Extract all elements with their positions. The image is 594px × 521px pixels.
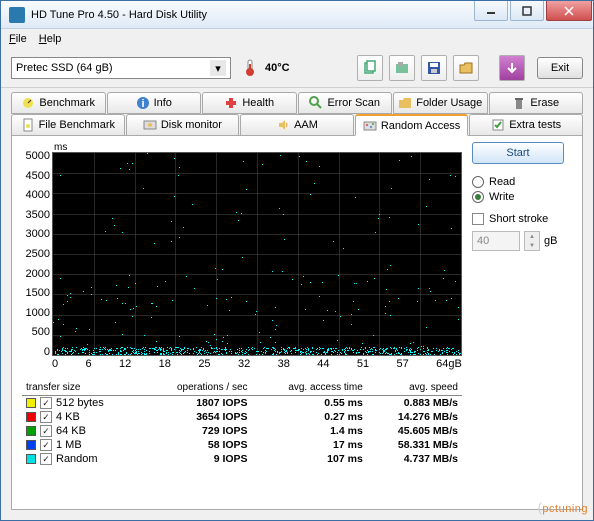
col-access: avg. access time: [252, 380, 367, 396]
radio-icon: [472, 191, 484, 203]
iops-value: 729 IOPS: [142, 424, 252, 438]
checkbox-icon: [472, 213, 484, 225]
app-icon: [9, 7, 25, 23]
transfer-size-label: 4 KB: [56, 411, 80, 423]
tab-erase[interactable]: Erase: [489, 92, 584, 114]
transfer-size-label: 64 KB: [56, 425, 86, 437]
x-axis: 06121825323844515764gB: [52, 356, 462, 372]
checkbox-short-stroke[interactable]: Short stroke: [472, 213, 572, 225]
speed-value: 14.276 MB/s: [367, 410, 462, 424]
radio-read[interactable]: Read: [472, 176, 572, 188]
minimize-button[interactable]: [474, 1, 508, 21]
menu-help[interactable]: Help: [39, 33, 62, 45]
tab-extra-tests[interactable]: Extra tests: [469, 114, 583, 136]
series-color-icon: [26, 454, 36, 464]
toolbar: Pretec SSD (64 gB) ▾ 40°C Exit: [1, 49, 593, 88]
tab-error-scan[interactable]: Error Scan: [298, 92, 393, 114]
y-axis: 5000450040003500300025002000150010005000: [22, 142, 52, 372]
col-speed: avg. speed: [367, 380, 462, 396]
short-stroke-unit: gB: [544, 235, 557, 247]
side-controls: Start Read Write Short stroke 40 ▲▼ gB: [472, 142, 572, 503]
app-window: HD Tune Pro 4.50 - Hard Disk Utility Fil…: [0, 0, 594, 521]
transfer-size-label: Random: [56, 453, 98, 465]
results-table: transfer size operations / sec avg. acce…: [22, 380, 462, 466]
series-color-icon: [26, 412, 36, 422]
tab-random-access[interactable]: Random Access: [355, 114, 469, 136]
series-checkbox[interactable]: ✓: [40, 397, 52, 409]
tab-health[interactable]: Health: [202, 92, 297, 114]
speed-value: 58.331 MB/s: [367, 438, 462, 452]
temperature-value: 40°C: [265, 62, 290, 74]
transfer-size-label: 512 bytes: [56, 397, 104, 409]
thermometer-icon: [243, 59, 257, 77]
iops-value: 1807 IOPS: [142, 396, 252, 411]
table-row: ✓ 4 KB 3654 IOPS0.27 ms14.276 MB/s: [22, 410, 462, 424]
iops-value: 3654 IOPS: [142, 410, 252, 424]
start-button[interactable]: Start: [472, 142, 564, 164]
tab-file-benchmark[interactable]: File Benchmark: [11, 114, 125, 136]
access-value: 17 ms: [252, 438, 367, 452]
col-ops: operations / sec: [142, 380, 252, 396]
access-value: 1.4 ms: [252, 424, 367, 438]
save-button[interactable]: [421, 55, 447, 81]
series-checkbox[interactable]: ✓: [40, 425, 52, 437]
tab-folder-usage[interactable]: Folder Usage: [393, 92, 488, 114]
speed-value: 4.737 MB/s: [367, 452, 462, 466]
exit-button[interactable]: Exit: [537, 57, 583, 79]
content-panel: 5000450040003500300025002000150010005000…: [11, 135, 583, 510]
drive-select[interactable]: Pretec SSD (64 gB) ▾: [11, 57, 231, 79]
close-button[interactable]: [546, 1, 592, 21]
speed-value: 0.883 MB/s: [367, 396, 462, 411]
tab-disk-monitor[interactable]: Disk monitor: [126, 114, 240, 136]
iops-value: 58 IOPS: [142, 438, 252, 452]
spinner[interactable]: ▲▼: [524, 231, 540, 251]
series-checkbox[interactable]: ✓: [40, 453, 52, 465]
tab-info[interactable]: iInfo: [107, 92, 202, 114]
access-value: 107 ms: [252, 452, 367, 466]
scatter-plot: [52, 152, 462, 356]
radio-icon: [472, 176, 484, 188]
table-row: ✓ 1 MB 58 IOPS17 ms58.331 MB/s: [22, 438, 462, 452]
series-checkbox[interactable]: ✓: [40, 411, 52, 423]
tab-aam[interactable]: AAM: [240, 114, 354, 136]
chevron-down-icon: ▾: [210, 60, 226, 76]
svg-text:i: i: [141, 98, 144, 110]
copy-button[interactable]: [357, 55, 383, 81]
iops-value: 9 IOPS: [142, 452, 252, 466]
tabs: Benchmark iInfo Health Error Scan Folder…: [1, 88, 593, 136]
table-row: ✓ 64 KB 729 IOPS1.4 ms45.605 MB/s: [22, 424, 462, 438]
drive-select-value: Pretec SSD (64 gB): [16, 62, 113, 74]
radio-write[interactable]: Write: [472, 191, 572, 203]
col-transfer-size: transfer size: [22, 380, 142, 396]
table-row: ✓ Random 9 IOPS107 ms4.737 MB/s: [22, 452, 462, 466]
maximize-button[interactable]: [510, 1, 544, 21]
transfer-size-label: 1 MB: [56, 439, 82, 451]
series-checkbox[interactable]: ✓: [40, 439, 52, 451]
titlebar[interactable]: HD Tune Pro 4.50 - Hard Disk Utility: [1, 1, 593, 29]
menu-file[interactable]: File: [9, 33, 27, 45]
series-color-icon: [26, 440, 36, 450]
speed-value: 45.605 MB/s: [367, 424, 462, 438]
table-row: ✓ 512 bytes 1807 IOPS0.55 ms0.883 MB/s: [22, 396, 462, 411]
tab-benchmark[interactable]: Benchmark: [11, 92, 106, 114]
screenshot-button[interactable]: [389, 55, 415, 81]
access-value: 0.55 ms: [252, 396, 367, 411]
series-color-icon: [26, 426, 36, 436]
y-axis-label: ms: [52, 142, 462, 152]
chart-area: 5000450040003500300025002000150010005000…: [22, 142, 462, 372]
open-button[interactable]: [453, 55, 479, 81]
window-title: HD Tune Pro 4.50 - Hard Disk Utility: [31, 9, 473, 21]
series-color-icon: [26, 398, 36, 408]
short-stroke-field: 40 ▲▼ gB: [472, 231, 572, 251]
download-button[interactable]: [499, 55, 525, 81]
watermark: (pctuning: [538, 500, 588, 515]
menubar: File Help: [1, 29, 593, 49]
short-stroke-input[interactable]: 40: [472, 231, 520, 251]
access-value: 0.27 ms: [252, 410, 367, 424]
